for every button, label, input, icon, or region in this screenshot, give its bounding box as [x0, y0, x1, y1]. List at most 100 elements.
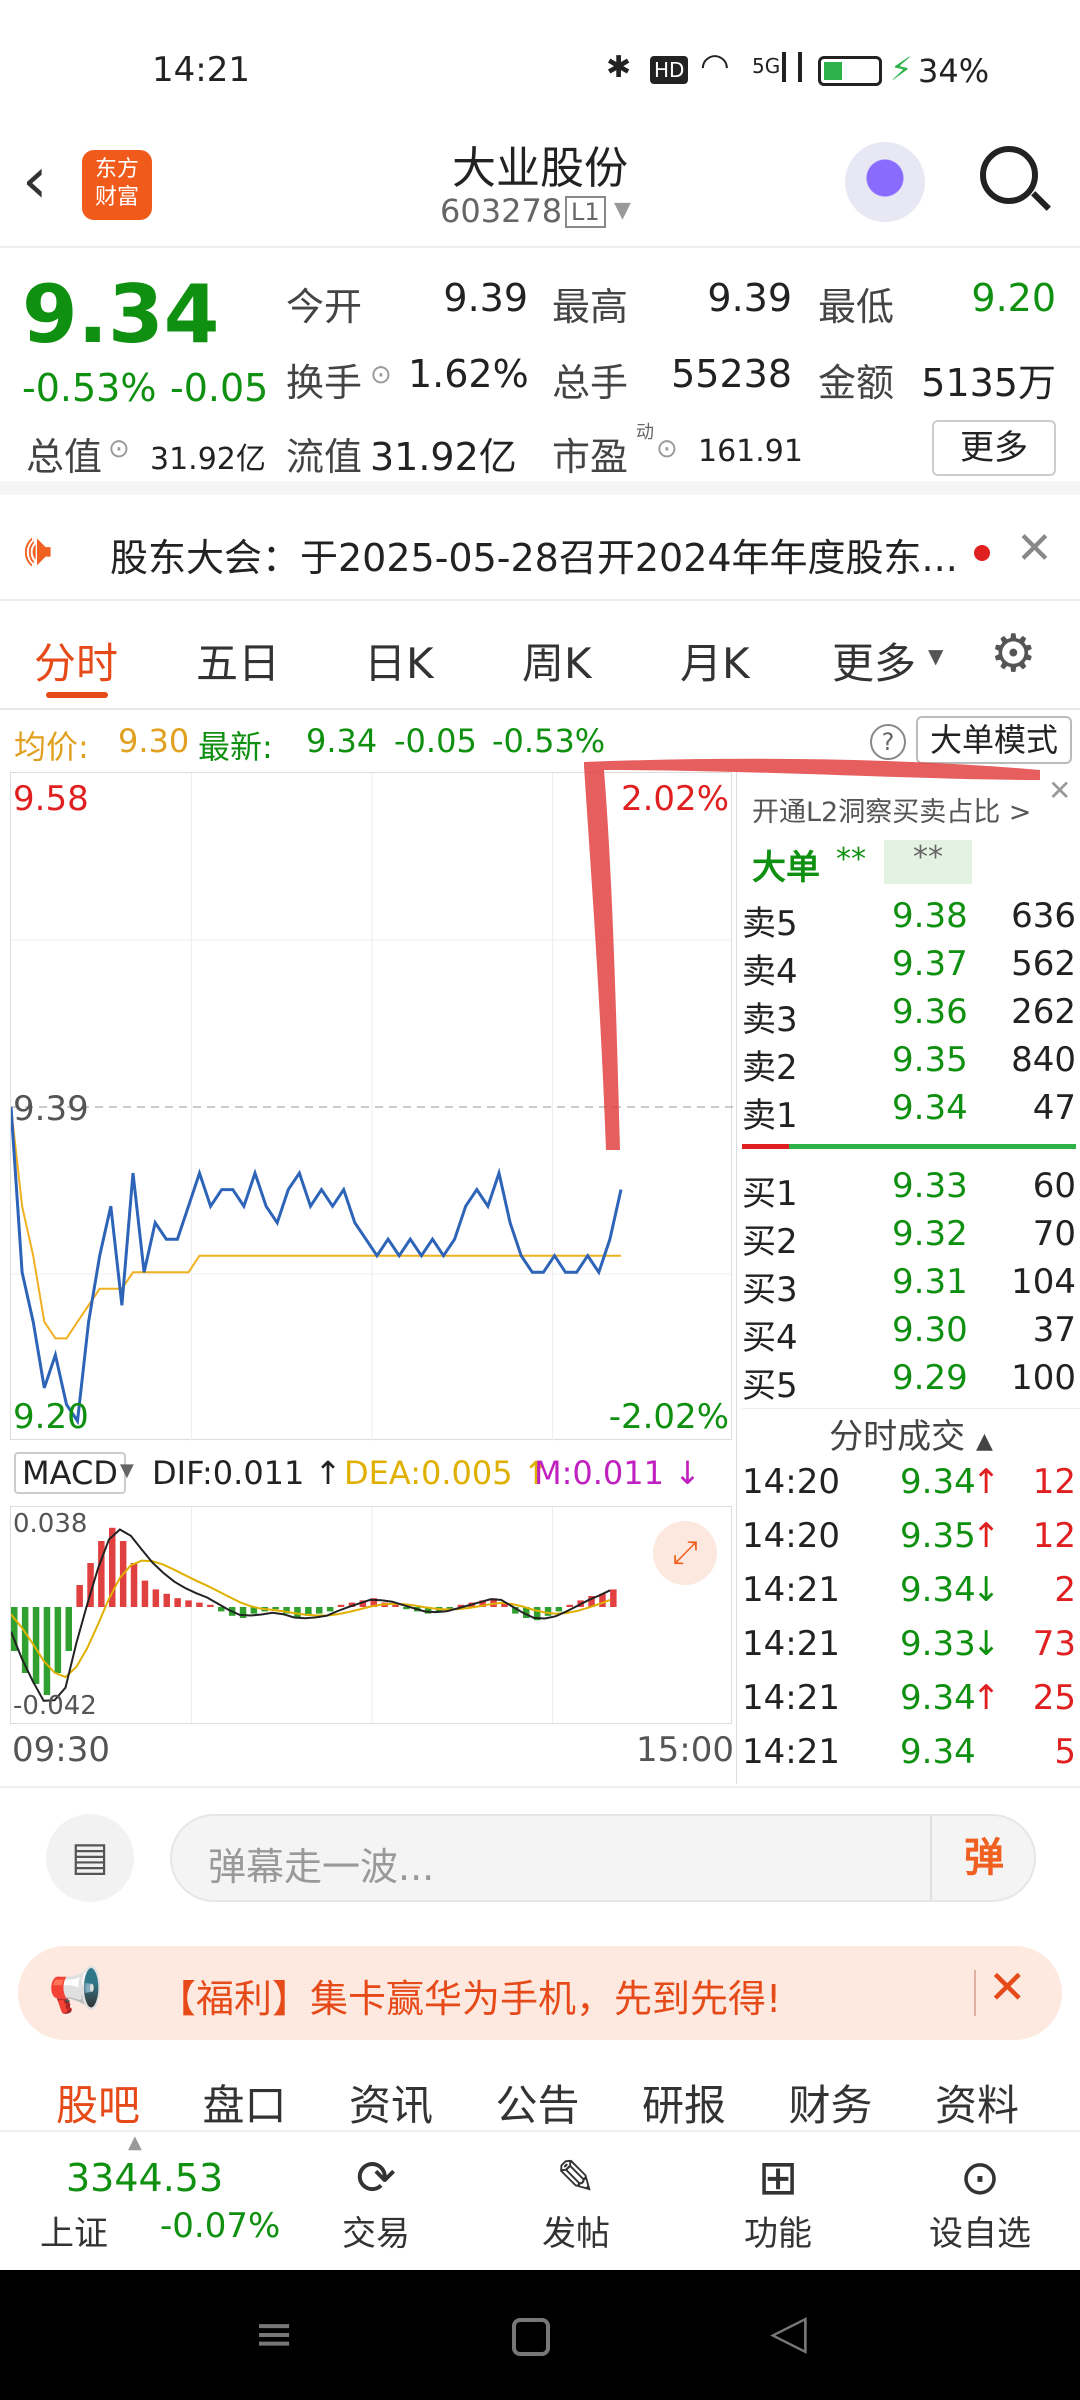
robot-assistant-icon[interactable]: [845, 142, 925, 222]
macd-bottom-label: -0.042: [13, 1691, 97, 1721]
chevron-down-icon[interactable]: ▼: [928, 644, 943, 668]
notice-bar[interactable]: 🕪 股东大会：于2025-05-28召开2024年年度股东... ✕: [0, 505, 1080, 601]
trades-title[interactable]: 分时成交 ▲: [742, 1408, 1080, 1462]
bottom-tab[interactable]: 资讯: [349, 2072, 433, 2133]
bid-label: 买5: [742, 1366, 798, 1406]
nav-post[interactable]: ✎ 发帖: [516, 2150, 636, 2255]
stock-header: ‹ 东方 财富 大业股份 603278 L1 ▼: [0, 130, 1080, 248]
gear-icon[interactable]: ⚙: [990, 624, 1037, 684]
index-name: 上证: [40, 2214, 108, 2254]
quote-panel: 9.34 -0.53% -0.05 今开 9.39 最高 9.39 最低 9.2…: [0, 250, 1080, 495]
bid-row[interactable]: 买3 9.31 104: [742, 1262, 1080, 1310]
trade-arrow: ↑: [972, 1462, 1001, 1502]
bottom-tab[interactable]: 盘口: [203, 2072, 287, 2133]
macd-bar: [272, 1607, 279, 1610]
bottom-tab[interactable]: 资料: [935, 2072, 1019, 2133]
trade-time: 14:21: [742, 1624, 840, 1664]
bid-label: 买2: [742, 1222, 798, 1262]
pe-superscript: 动: [636, 422, 654, 443]
bottom-tab[interactable]: 股吧: [56, 2072, 140, 2133]
back-nav-icon[interactable]: ◁: [770, 2304, 807, 2360]
nav-trade-label: 交易: [342, 2214, 410, 2254]
close-icon[interactable]: ✕: [1016, 523, 1053, 574]
trade-time: 14:21: [742, 1732, 840, 1772]
macd-bar: [76, 1585, 83, 1607]
trade-row: 14:21 9.33 ↓ 73: [742, 1624, 1080, 1678]
bottom-tab[interactable]: 研报: [642, 2072, 726, 2133]
bid-row[interactable]: 买4 9.30 37: [742, 1310, 1080, 1358]
amount-value: 5135万: [921, 361, 1056, 405]
speaker-icon: 🕪: [24, 525, 52, 576]
tab-fenshi[interactable]: 分时: [34, 630, 118, 691]
trade-time: 14:21: [742, 1570, 840, 1610]
macd-bar: [174, 1598, 181, 1607]
low-label: 最低: [818, 285, 895, 329]
status-bar: 14:21 ✱ HD ◠ 5G ⚡ 34%: [0, 0, 1080, 130]
system-navigation-bar: ≡ ◁: [0, 2270, 1080, 2400]
back-icon[interactable]: ‹: [22, 144, 48, 218]
macd-chart[interactable]: 0.038 -0.042 ⤢: [10, 1506, 732, 1725]
danmaku-placeholder: 弹幕走一波...: [208, 1845, 435, 1889]
high-value: 9.39: [707, 276, 792, 320]
danmaku-settings-icon[interactable]: ▤: [46, 1814, 134, 1902]
y-min-label: 9.20: [13, 1397, 89, 1437]
macd-bar: [326, 1607, 334, 1612]
macd-selector[interactable]: MACD: [14, 1452, 126, 1494]
index-value: 3344.53: [66, 2156, 224, 2200]
bid-row[interactable]: 买5 9.29 100: [742, 1358, 1080, 1406]
danmaku-send-button[interactable]: 弹: [930, 1816, 1036, 1900]
nav-functions[interactable]: ⊞ 功能: [718, 2150, 838, 2255]
bottom-tab[interactable]: 公告: [496, 2072, 580, 2133]
tab-yuek[interactable]: 月K: [680, 630, 750, 691]
index-pct: -0.07%: [160, 2206, 281, 2246]
close-icon[interactable]: ✕: [988, 1960, 1027, 2014]
bid-volume: 37: [1032, 1310, 1076, 1350]
expand-icon[interactable]: ⤢: [653, 1521, 717, 1585]
turnover-value: 1.62%: [408, 352, 529, 396]
bottom-content-tabs: 股吧 盘口 资讯 公告 研报 财务 资料: [0, 2064, 1080, 2130]
search-icon[interactable]: [980, 146, 1051, 211]
megaphone-icon: 📢: [48, 1965, 103, 2016]
trade-volume: 2: [1054, 1570, 1076, 1610]
tab-zhouk[interactable]: 周K: [522, 630, 592, 691]
menu-icon[interactable]: ≡: [254, 2306, 294, 2362]
bid-volume: 100: [1011, 1358, 1076, 1398]
trade-price: 9.34: [900, 1462, 976, 1502]
bid-label: 买1: [742, 1174, 798, 1214]
info-icon[interactable]: ⊙: [108, 434, 130, 464]
index-ticker[interactable]: ▲ 3344.53 上证 -0.07%: [0, 2132, 280, 2272]
pe-label: 市盈: [552, 435, 629, 479]
bid-row[interactable]: 买1 9.33 60: [742, 1166, 1080, 1214]
bid-row[interactable]: 买2 9.32 70: [742, 1214, 1080, 1262]
more-button[interactable]: 更多: [932, 420, 1056, 476]
mktcap-label: 总值: [26, 435, 103, 479]
nav-trade[interactable]: ⟳ 交易: [316, 2150, 436, 2255]
trade-row: 14:20 9.35 ↑ 12: [742, 1516, 1080, 1570]
nav-post-label: 发帖: [542, 2214, 610, 2254]
macd-bar: [43, 1607, 51, 1695]
info-icon[interactable]: ⊙: [656, 434, 678, 464]
bottom-tab[interactable]: 财务: [789, 2072, 873, 2133]
open-label: 今开: [286, 285, 363, 329]
macd-bar: [337, 1604, 345, 1607]
tab-more[interactable]: 更多: [832, 630, 916, 691]
danmaku-input[interactable]: 弹幕走一波... 弹: [170, 1814, 1036, 1902]
info-icon[interactable]: ⊙: [370, 360, 392, 390]
notice-text: 股东大会：于2025-05-28召开2024年年度股东...: [110, 536, 958, 580]
nav-add-watchlist[interactable]: ⊙ 设自选: [910, 2150, 1050, 2255]
tab-wuri[interactable]: 五日: [196, 630, 280, 691]
chevron-down-icon[interactable]: ▼: [120, 1460, 134, 1481]
bid-price: 9.31: [892, 1262, 968, 1302]
float-value: 31.92亿: [370, 435, 517, 479]
chevron-down-icon[interactable]: ▼: [614, 198, 631, 223]
trade-arrow: ↓: [972, 1624, 1001, 1664]
promo-text: 【福利】集卡赢华为手机，先到先得!: [158, 1977, 782, 2021]
trade-time: 14:20: [742, 1462, 840, 1502]
level-badge[interactable]: L1: [565, 196, 606, 228]
tab-rik[interactable]: 日K: [364, 630, 434, 691]
bluetooth-icon: ✱: [606, 50, 632, 85]
charging-icon: ⚡: [890, 50, 913, 88]
bottom-toolbar: ▲ 3344.53 上证 -0.07% ⟳ 交易 ✎ 发帖 ⊞ 功能 ⊙ 设自选: [0, 2130, 1080, 2270]
home-icon[interactable]: [512, 2318, 550, 2356]
promo-banner[interactable]: 📢 【福利】集卡赢华为手机，先到先得! ✕: [18, 1946, 1062, 2040]
